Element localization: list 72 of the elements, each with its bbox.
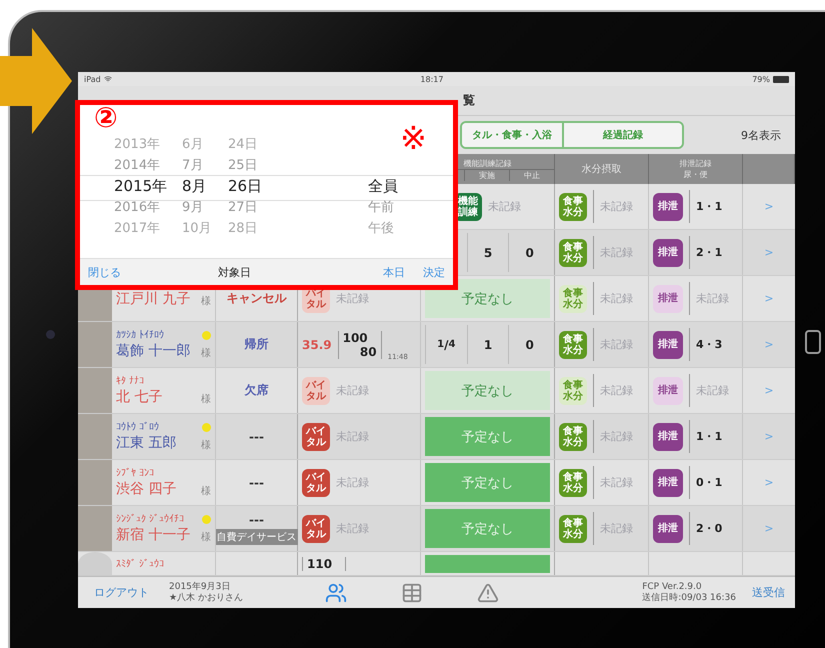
attendance-status: --- bbox=[249, 430, 264, 444]
excretion-value: 未記録 bbox=[696, 383, 729, 398]
attendance-status: キャンセル bbox=[226, 290, 286, 307]
name-reading: ｼﾝｼﾞｭｸ ｼﾞｭｳｲﾁｺ bbox=[116, 513, 184, 525]
count-value: 0 bbox=[508, 325, 550, 364]
honorific: 様 bbox=[201, 392, 211, 406]
temperature-value: 35.9 bbox=[302, 338, 332, 352]
water-value: 未記録 bbox=[600, 291, 633, 306]
excretion-value: 0・1 bbox=[696, 475, 722, 490]
water-value: 未記録 bbox=[600, 429, 633, 444]
vital-value: 未記録 bbox=[336, 291, 369, 306]
name-reading: ｺｳﾄｳ ｺﾞﾛｳ bbox=[116, 421, 160, 433]
count-value: 0 bbox=[508, 233, 550, 272]
training-value: 未記録 bbox=[488, 199, 521, 214]
page-title: 覧 bbox=[463, 92, 475, 109]
column-header: 排泄記録 bbox=[680, 158, 712, 169]
water-value: 未記録 bbox=[600, 521, 633, 536]
device-label: iPad bbox=[84, 74, 101, 84]
honorific: 様 bbox=[201, 438, 211, 452]
name-reading: ｷﾀ ﾅﾅｺ bbox=[116, 375, 144, 387]
blood-pressure-high: 100 bbox=[342, 330, 369, 344]
resident-name: 江東 五郎 bbox=[116, 434, 176, 452]
count-value: 1 bbox=[466, 325, 508, 364]
column-header: 機能訓練記録 bbox=[464, 158, 512, 168]
name-reading: ｽﾐﾀﾞ ｼﾞｭｳｺ bbox=[116, 558, 164, 570]
app-version: FCP Ver.2.9.0 bbox=[642, 582, 703, 592]
vital-value: 未記録 bbox=[336, 475, 369, 490]
clock: 18:17 bbox=[420, 74, 444, 84]
blood-pressure-low: 80 bbox=[358, 344, 377, 358]
vital-value: 未記録 bbox=[336, 429, 369, 444]
water-value: 未記録 bbox=[600, 245, 633, 260]
name-reading: ｼﾌﾞﾔ ﾖﾝｺ bbox=[116, 467, 154, 479]
excretion-value: 4・3 bbox=[696, 337, 722, 352]
service-tag: 自費デイサービス bbox=[216, 528, 298, 544]
excretion-value: 1・1 bbox=[696, 429, 722, 444]
water-value: 未記録 bbox=[600, 383, 633, 398]
column-subheader: 中止 bbox=[509, 170, 554, 180]
honorific: 様 bbox=[201, 346, 211, 360]
step-marker: ② bbox=[94, 104, 118, 132]
battery-percent: 79% bbox=[752, 74, 770, 84]
display-count: 9名表示 bbox=[741, 128, 781, 142]
attendance-status: --- bbox=[249, 512, 264, 526]
vital-value: 未記録 bbox=[336, 383, 369, 398]
blood-pressure-high: 110 bbox=[307, 557, 334, 571]
vital-value: 未記録 bbox=[336, 521, 369, 536]
honorific: 様 bbox=[201, 294, 211, 308]
excretion-value: 2・1 bbox=[696, 245, 722, 260]
name-reading: ｶﾂｼｶ ﾄｲﾁﾛｳ bbox=[116, 329, 164, 341]
column-subheader: 実施 bbox=[464, 170, 509, 180]
column-header: 水分摂取 bbox=[582, 162, 622, 176]
water-value: 未記録 bbox=[600, 337, 633, 352]
water-value: 未記録 bbox=[600, 199, 633, 214]
sent-time: 送信日時:09/03 16:36 bbox=[642, 592, 736, 604]
resident-name: 渋谷 四子 bbox=[116, 480, 176, 498]
column-subheader: 尿・便 bbox=[684, 169, 708, 180]
note-mark: ※ bbox=[400, 122, 427, 154]
resident-name: 葛飾 十一郎 bbox=[116, 342, 190, 360]
resident-name: 北 七子 bbox=[116, 388, 162, 406]
excretion-value: 1・1 bbox=[696, 199, 722, 214]
login-date: 2015年9月3日 bbox=[169, 582, 232, 592]
resident-name: 江戸川 九子 bbox=[116, 290, 190, 308]
attendance-status: --- bbox=[249, 476, 264, 490]
attendance-status: 欠席 bbox=[244, 382, 268, 399]
excretion-value: 2・0 bbox=[696, 521, 722, 536]
honorific: 様 bbox=[201, 530, 211, 544]
user-name: ★八木 かおりさん bbox=[169, 592, 243, 604]
water-value: 未記録 bbox=[600, 475, 633, 490]
excretion-value: 未記録 bbox=[696, 291, 729, 306]
resident-name: 新宿 十一子 bbox=[116, 526, 190, 544]
attendance-status: 帰所 bbox=[244, 336, 268, 353]
count-value: 5 bbox=[466, 233, 508, 272]
honorific: 様 bbox=[201, 484, 211, 498]
